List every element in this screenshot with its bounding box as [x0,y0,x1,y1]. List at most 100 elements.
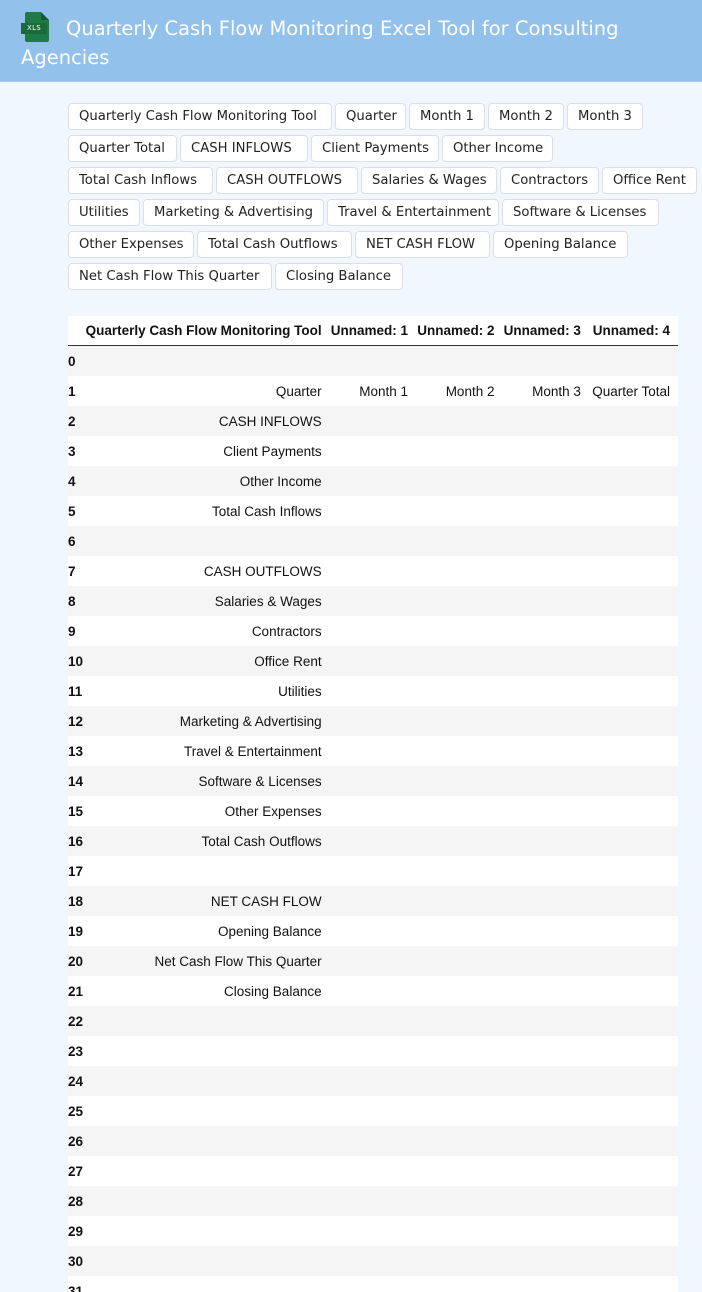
column-chip[interactable]: NET CASH FLOW [355,231,490,258]
table-cell [588,676,678,706]
table-cell [329,406,417,436]
table-cell: Opening Balance [83,916,330,946]
table-cell: Month 3 [502,376,589,406]
table-cell [502,886,589,916]
table-cell [588,345,678,376]
table-cell: Total Cash Outflows [83,826,330,856]
table-row: 29 [68,1216,678,1246]
column-chip[interactable]: Software & Licenses [502,199,659,226]
table-cell [502,586,589,616]
table-row: 22 [68,1006,678,1036]
row-index: 10 [68,646,84,676]
column-chip[interactable]: Other Expenses [68,231,194,258]
column-chip[interactable]: Total Cash Inflows [68,167,213,194]
column-chip[interactable]: Utilities [68,199,140,226]
row-index: 18 [68,886,84,916]
column-chip[interactable]: Client Payments [311,135,439,162]
column-chip[interactable]: Total Cash Outflows [197,231,352,258]
column-chip[interactable]: CASH OUTFLOWS [216,167,358,194]
table-cell [329,1216,417,1246]
column-chip[interactable]: Closing Balance [275,263,403,290]
table-cell [329,766,417,796]
table-cell [502,345,589,376]
table-cell [416,496,503,526]
table-cell [83,526,330,556]
table-cell [416,886,503,916]
table-row: 11 Utilities [68,676,678,706]
table-cell [588,706,678,736]
table-row: 31 [68,1276,678,1292]
column-chip[interactable]: Opening Balance [493,231,628,258]
row-index: 27 [68,1156,84,1186]
table-cell [416,766,503,796]
table-row: 0 [68,345,678,376]
row-index: 19 [68,916,84,946]
table-cell [416,1006,503,1036]
column-chip[interactable]: Month 3 [567,103,643,130]
table-cell [83,345,330,376]
table-cell [329,1276,417,1292]
row-index: 25 [68,1096,84,1126]
column-chip[interactable]: Marketing & Advertising [143,199,324,226]
table-cell [588,826,678,856]
table-row: 26 [68,1126,678,1156]
table-cell [329,616,417,646]
table-row: 24 [68,1066,678,1096]
row-index: 3 [68,436,84,466]
column-chip[interactable]: Quarter Total [68,135,177,162]
table-cell [588,1216,678,1246]
column-chip[interactable]: Quarter [335,103,406,130]
table-cell [588,616,678,646]
table-cell: Software & Licenses [83,766,330,796]
table-cell: Other Expenses [83,796,330,826]
column-chip[interactable]: Quarterly Cash Flow Monitoring Tool [68,103,332,130]
column-chip[interactable]: CASH INFLOWS [180,135,308,162]
column-chip[interactable]: Contractors [500,167,599,194]
table-cell: Other Income [83,466,330,496]
table-cell [502,1126,589,1156]
row-index: 14 [68,766,84,796]
row-index: 31 [68,1276,84,1292]
table-row: 20 Net Cash Flow This Quarter [68,946,678,976]
column-chip[interactable]: Salaries & Wages [361,167,497,194]
page-title: Quarterly Cash Flow Monitoring Excel Too… [21,17,619,69]
row-index: 2 [68,406,84,436]
table-cell [588,1246,678,1276]
table-cell [502,736,589,766]
table-cell [416,736,503,766]
table-row: 30 [68,1246,678,1276]
sheet-table-container[interactable]: Quarterly Cash Flow Monitoring Tool Unnam… [68,316,678,1292]
row-index: 29 [68,1216,84,1246]
table-cell [588,856,678,886]
table-cell [416,556,503,586]
column-header: Unnamed: 3 [502,316,589,346]
column-chip[interactable]: Other Income [442,135,553,162]
table-cell [416,1246,503,1276]
table-cell [329,466,417,496]
table-cell [588,1006,678,1036]
table-row: 21 Closing Balance [68,976,678,1006]
table-cell [83,1036,330,1066]
table-row: 1 Quarter Month 1 Month 2 Month 3 Quarter Tot… [68,376,678,406]
table-cell [416,976,503,1006]
table-cell [502,466,589,496]
table-cell [416,526,503,556]
table-cell [329,676,417,706]
row-index: 26 [68,1126,84,1156]
row-index: 24 [68,1066,84,1096]
column-chip[interactable]: Net Cash Flow This Quarter [68,263,272,290]
table-cell: Contractors [83,616,330,646]
column-chip[interactable]: Month 1 [409,103,485,130]
table-cell [416,406,503,436]
column-chip[interactable]: Office Rent [602,167,697,194]
row-index: 12 [68,706,84,736]
table-cell [502,1066,589,1096]
row-index: 17 [68,856,84,886]
table-cell [416,916,503,946]
column-chip[interactable]: Month 2 [488,103,564,130]
table-cell: Total Cash Inflows [83,496,330,526]
table-cell [416,1036,503,1066]
column-chip[interactable]: Travel & Entertainment [327,199,499,226]
table-cell [83,1216,330,1246]
table-row: 27 [68,1156,678,1186]
